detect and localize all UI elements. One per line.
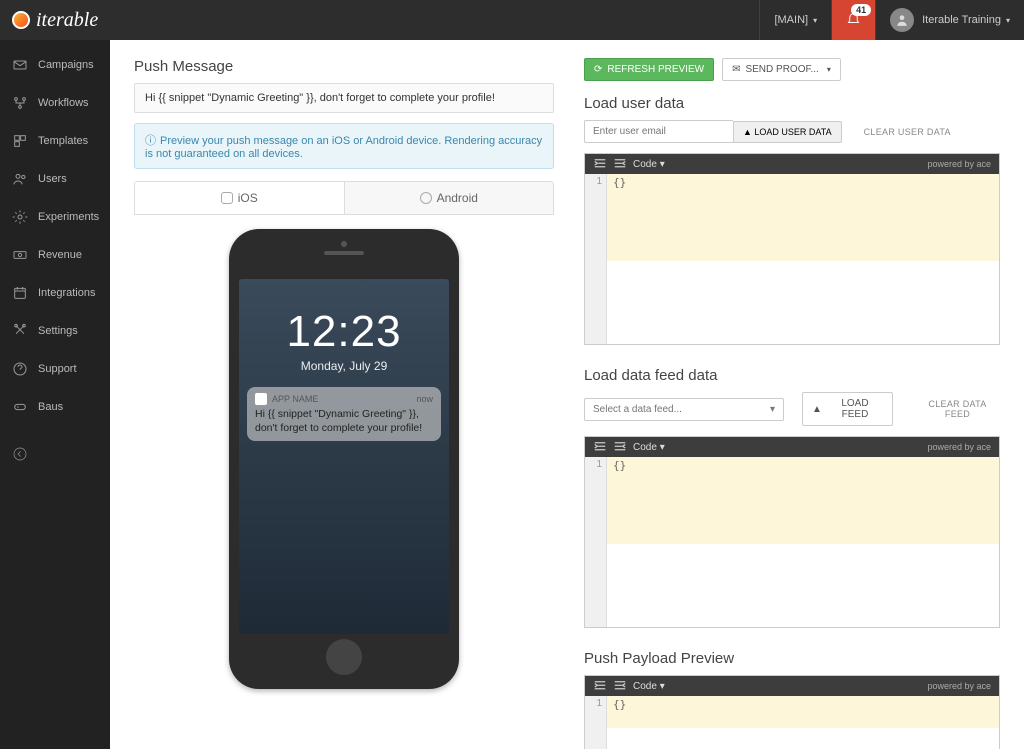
brand-logo[interactable]: iterable bbox=[12, 9, 98, 32]
indent-left-icon[interactable] bbox=[593, 680, 607, 692]
load-user-button[interactable]: ▲ LOAD USER DATA bbox=[733, 121, 842, 143]
caret-down-icon: ▾ bbox=[813, 16, 817, 25]
powered-by-label: powered by ace bbox=[927, 442, 991, 452]
indent-right-icon[interactable] bbox=[613, 680, 627, 692]
templates-icon bbox=[12, 133, 28, 149]
payload-editor[interactable]: Code ▾ powered by ace 1 {} bbox=[584, 675, 1000, 749]
payload-title: Push Payload Preview bbox=[584, 650, 1000, 667]
powered-by-label: powered by ace bbox=[927, 681, 991, 691]
calendar-icon bbox=[12, 285, 28, 301]
load-feed-title: Load data feed data bbox=[584, 367, 1000, 384]
tools-icon bbox=[12, 323, 28, 339]
caret-down-icon: ▾ bbox=[827, 65, 831, 74]
code-content[interactable]: {} bbox=[607, 457, 999, 544]
users-icon bbox=[12, 171, 28, 187]
topbar: iterable [MAIN]▾ 41 Iterable Training▾ bbox=[0, 0, 1024, 40]
code-content[interactable]: {} bbox=[607, 174, 999, 261]
caret-down-icon: ▾ bbox=[770, 404, 775, 415]
sidebar-item-templates[interactable]: Templates bbox=[0, 122, 110, 160]
clear-feed-button[interactable]: CLEAR DATA FEED bbox=[915, 399, 1000, 419]
indent-left-icon[interactable] bbox=[593, 158, 607, 170]
gear-icon bbox=[12, 209, 28, 225]
sidebar-item-integrations[interactable]: Integrations bbox=[0, 274, 110, 312]
sidebar-item-revenue[interactable]: Revenue bbox=[0, 236, 110, 274]
tab-ios[interactable]: iOS bbox=[135, 182, 344, 214]
android-icon bbox=[420, 192, 432, 204]
notif-body: Hi {{ snippet "Dynamic Greeting" }}, don… bbox=[255, 408, 433, 435]
main-dropdown[interactable]: [MAIN]▾ bbox=[759, 0, 831, 40]
data-feed-select[interactable]: Select a data feed...▾ bbox=[584, 398, 784, 421]
brand-name: iterable bbox=[36, 9, 98, 32]
caret-down-icon: ▾ bbox=[1006, 16, 1010, 25]
send-proof-button[interactable]: ✉SEND PROOF...▾ bbox=[722, 58, 841, 81]
envelope-icon bbox=[12, 57, 28, 73]
indent-right-icon[interactable] bbox=[613, 158, 627, 170]
lockscreen-time: 12:23 bbox=[239, 307, 449, 357]
push-message-title: Push Message bbox=[134, 58, 554, 75]
notif-app-name: APP NAME bbox=[272, 394, 318, 404]
indent-left-icon[interactable] bbox=[593, 441, 607, 453]
line-gutter: 1 bbox=[585, 457, 607, 627]
code-dropdown[interactable]: Code ▾ bbox=[633, 681, 665, 692]
help-icon bbox=[12, 361, 28, 377]
send-icon: ✉ bbox=[732, 64, 740, 75]
load-user-title: Load user data bbox=[584, 95, 1000, 112]
caret-down-icon: ▾ bbox=[660, 159, 665, 170]
caret-down-icon: ▾ bbox=[660, 681, 665, 692]
workflow-icon bbox=[12, 95, 28, 111]
notifications-button[interactable]: 41 bbox=[831, 0, 875, 40]
notif-app-icon bbox=[255, 393, 267, 405]
sidebar-collapse[interactable] bbox=[0, 436, 110, 472]
code-dropdown[interactable]: Code ▾ bbox=[633, 159, 665, 170]
sidebar-item-workflows[interactable]: Workflows bbox=[0, 84, 110, 122]
apple-icon bbox=[221, 192, 233, 204]
avatar-icon bbox=[890, 8, 914, 32]
phone-preview: 12:23 Monday, July 29 APP NAME now Hi {{… bbox=[229, 229, 459, 689]
notification-card: APP NAME now Hi {{ snippet "Dynamic Gree… bbox=[247, 387, 441, 441]
chevron-left-icon bbox=[12, 446, 28, 462]
logo-icon bbox=[12, 11, 30, 29]
info-icon: ⓘ bbox=[145, 135, 156, 147]
message-text-box: Hi {{ snippet "Dynamic Greeting" }}, don… bbox=[134, 83, 554, 113]
feed-data-editor[interactable]: Code ▾ powered by ace 1 {} bbox=[584, 436, 1000, 628]
sidebar-item-users[interactable]: Users bbox=[0, 160, 110, 198]
indent-right-icon[interactable] bbox=[613, 441, 627, 453]
game-icon bbox=[12, 399, 28, 415]
notif-time: now bbox=[416, 394, 433, 404]
user-data-editor[interactable]: Code ▾ powered by ace 1 {} bbox=[584, 153, 1000, 345]
clear-user-button[interactable]: CLEAR USER DATA bbox=[864, 127, 951, 137]
caret-down-icon: ▾ bbox=[660, 442, 665, 453]
code-dropdown[interactable]: Code ▾ bbox=[633, 442, 665, 453]
sidebar-item-baus[interactable]: Baus bbox=[0, 388, 110, 426]
powered-by-label: powered by ace bbox=[927, 159, 991, 169]
line-gutter: 1 bbox=[585, 696, 607, 749]
sidebar-item-campaigns[interactable]: Campaigns bbox=[0, 46, 110, 84]
load-feed-button[interactable]: ▲ LOAD FEED bbox=[802, 392, 893, 426]
lockscreen-date: Monday, July 29 bbox=[239, 359, 449, 373]
user-menu[interactable]: Iterable Training▾ bbox=[875, 0, 1024, 40]
info-banner: ⓘPreview your push message on an iOS or … bbox=[134, 123, 554, 169]
sidebar: Campaigns Workflows Templates Users Expe… bbox=[0, 40, 110, 749]
line-gutter: 1 bbox=[585, 174, 607, 344]
refresh-preview-button[interactable]: ⟳REFRESH PREVIEW bbox=[584, 58, 714, 81]
refresh-icon: ⟳ bbox=[594, 64, 602, 75]
money-icon bbox=[12, 247, 28, 263]
code-content[interactable]: {} bbox=[607, 696, 999, 728]
tab-android[interactable]: Android bbox=[344, 182, 554, 214]
sidebar-item-support[interactable]: Support bbox=[0, 350, 110, 388]
sidebar-item-settings[interactable]: Settings bbox=[0, 312, 110, 350]
notification-badge: 41 bbox=[851, 4, 871, 16]
user-email-input[interactable] bbox=[584, 120, 733, 143]
platform-tabs: iOS Android bbox=[134, 181, 554, 215]
sidebar-item-experiments[interactable]: Experiments bbox=[0, 198, 110, 236]
